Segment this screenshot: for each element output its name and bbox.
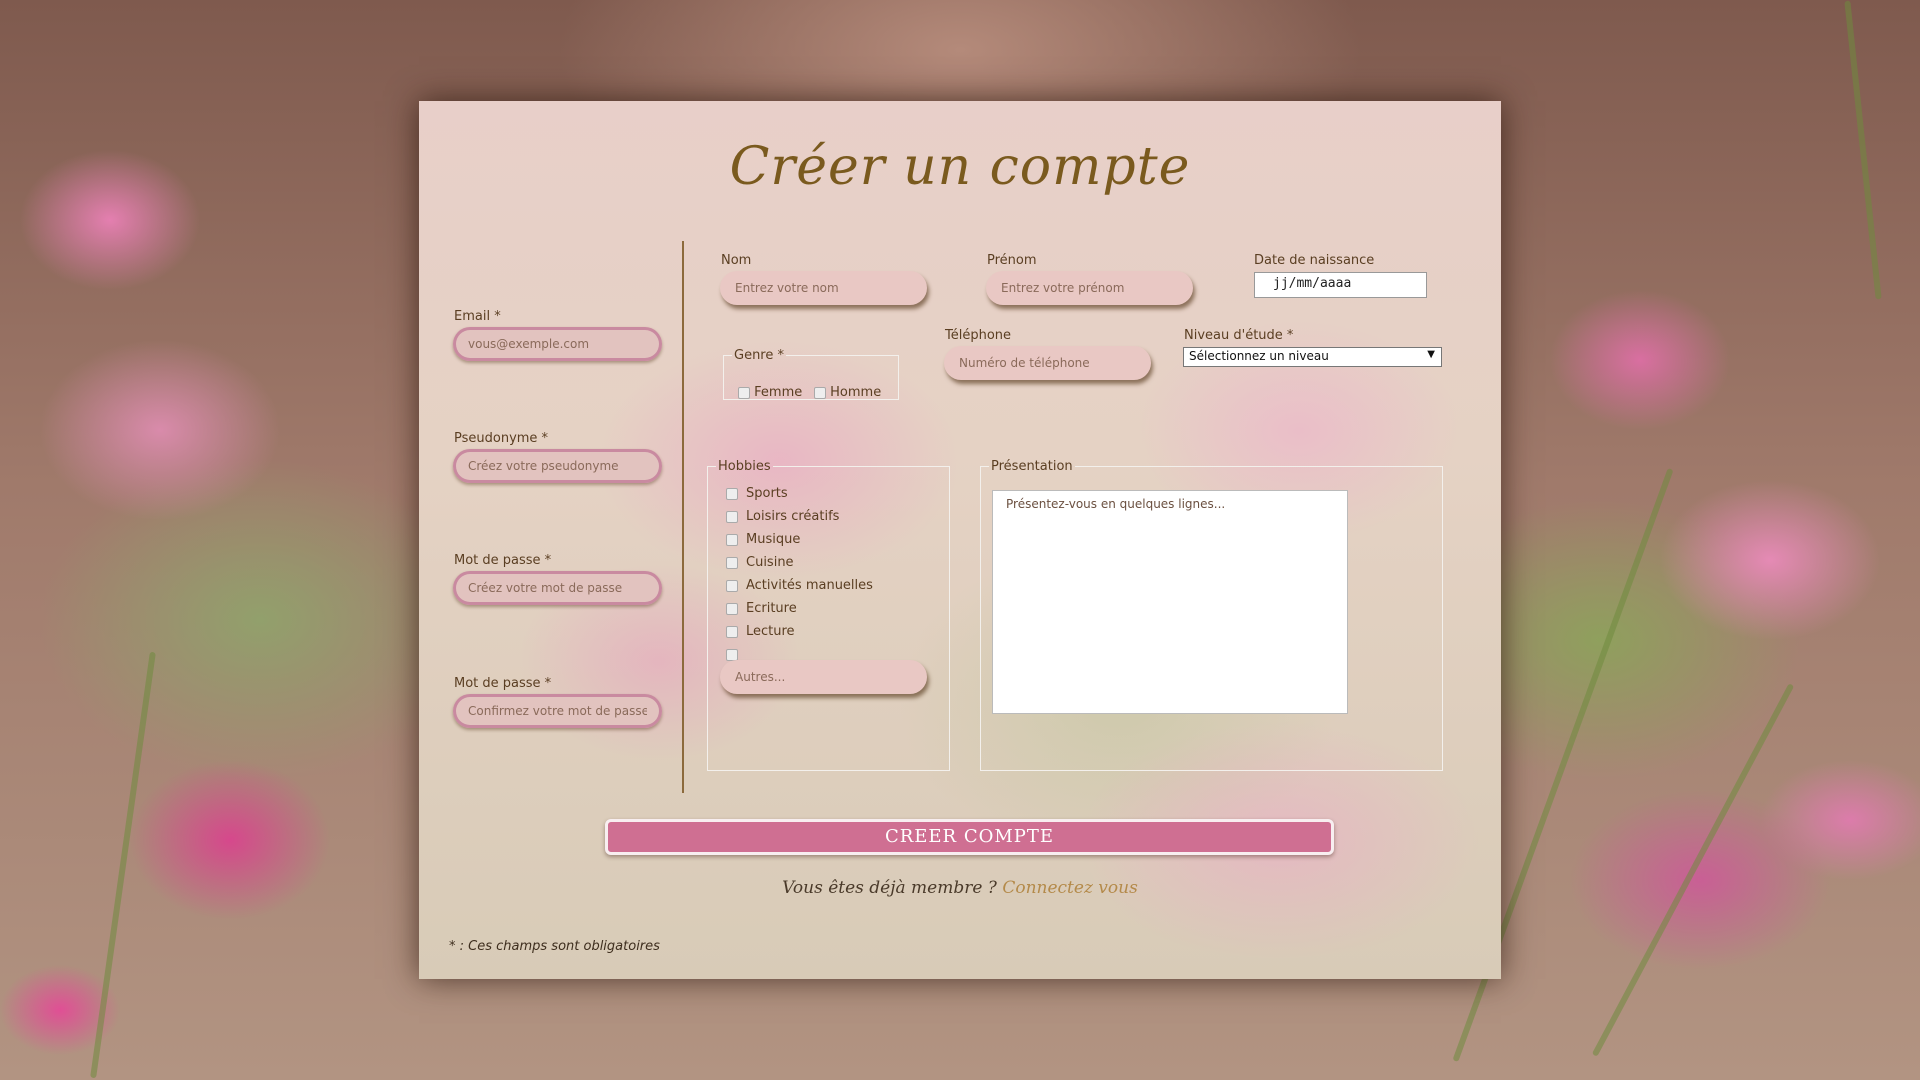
hobby-item[interactable]: Loisirs créatifs: [726, 509, 839, 524]
homme-checkbox[interactable]: [814, 386, 826, 399]
prenom-label: Prénom: [987, 253, 1037, 268]
niveau-label: Niveau d'étude *: [1184, 328, 1294, 343]
column-divider: [682, 241, 684, 793]
login-prompt: Vous êtes déjà membre ? Connectez vous: [419, 878, 1501, 898]
hobby-checkbox[interactable]: [726, 533, 738, 546]
presentation-textarea[interactable]: Présentez-vous en quelques lignes...: [992, 490, 1348, 714]
hobby-item[interactable]: Cuisine: [726, 555, 794, 570]
password-label: Mot de passe *: [454, 553, 552, 568]
email-label: Email *: [454, 309, 501, 324]
confirm-password-field[interactable]: [453, 694, 662, 728]
genre-option-homme[interactable]: Homme: [814, 385, 881, 400]
hobby-item[interactable]: Musique: [726, 532, 800, 547]
password-field[interactable]: [453, 571, 662, 605]
genre-fieldset: Genre * Femme Homme: [723, 348, 899, 400]
login-link[interactable]: Connectez vous: [1002, 878, 1138, 898]
chevron-down-icon: ▼: [1427, 349, 1435, 360]
hobby-item[interactable]: Activités manuelles: [726, 578, 873, 593]
confirm-password-label: Mot de passe *: [454, 676, 552, 691]
hobby-item[interactable]: Sports: [726, 486, 788, 501]
homme-label: Homme: [830, 385, 882, 400]
femme-label: Femme: [754, 385, 803, 400]
presentation-legend: Présentation: [991, 459, 1073, 474]
hobbies-fieldset: Hobbies Sports Loisirs créatifs Musique …: [707, 459, 950, 771]
prenom-field[interactable]: [986, 271, 1193, 305]
hobby-checkbox[interactable]: [726, 556, 738, 569]
hobby-label: Cuisine: [746, 555, 794, 570]
hobby-label: Sports: [746, 486, 788, 501]
hobby-label: Lecture: [746, 624, 795, 639]
birthdate-input[interactable]: jj/mm/aaaa: [1254, 272, 1427, 298]
signup-panel: Créer un compte Email * Pseudonyme * Mot…: [419, 101, 1501, 979]
hobby-label: Loisirs créatifs: [746, 509, 840, 524]
autres-field[interactable]: [720, 660, 927, 694]
login-prompt-text: Vous êtes déjà membre ?: [782, 878, 1003, 898]
create-account-button[interactable]: CREER COMPTE: [605, 819, 1334, 855]
hobby-checkbox[interactable]: [726, 487, 738, 500]
femme-checkbox[interactable]: [738, 386, 750, 399]
pseudonyme-label: Pseudonyme *: [454, 431, 549, 446]
hobby-checkbox-other[interactable]: [726, 648, 738, 661]
hobby-item[interactable]: Lecture: [726, 624, 795, 639]
hobby-checkbox[interactable]: [726, 579, 738, 592]
niveau-select[interactable]: Sélectionnez un niveau ▼: [1183, 347, 1442, 367]
niveau-selected: Sélectionnez un niveau: [1189, 349, 1329, 363]
nom-label: Nom: [721, 253, 752, 268]
hobby-checkbox[interactable]: [726, 510, 738, 523]
genre-legend: Genre *: [734, 348, 785, 363]
telephone-field[interactable]: [944, 346, 1151, 380]
telephone-label: Téléphone: [945, 328, 1012, 343]
hobby-checkbox[interactable]: [726, 625, 738, 638]
hobby-item[interactable]: Ecriture: [726, 601, 797, 616]
page-title: Créer un compte: [729, 137, 1191, 197]
genre-option-femme[interactable]: Femme: [738, 385, 802, 400]
email-field[interactable]: [453, 327, 662, 361]
birthdate-label: Date de naissance: [1254, 253, 1375, 268]
hobby-label: Activités manuelles: [746, 578, 873, 593]
required-footnote: * : Ces champs sont obligatoires: [449, 939, 660, 954]
hobby-label: Ecriture: [746, 601, 797, 616]
hobby-label: Musique: [746, 532, 801, 547]
pseudonyme-field[interactable]: [453, 449, 662, 483]
presentation-fieldset: Présentation Présentez-vous en quelques …: [980, 459, 1443, 771]
nom-field[interactable]: [720, 271, 927, 305]
hobby-checkbox[interactable]: [726, 602, 738, 615]
hobbies-legend: Hobbies: [718, 459, 771, 474]
